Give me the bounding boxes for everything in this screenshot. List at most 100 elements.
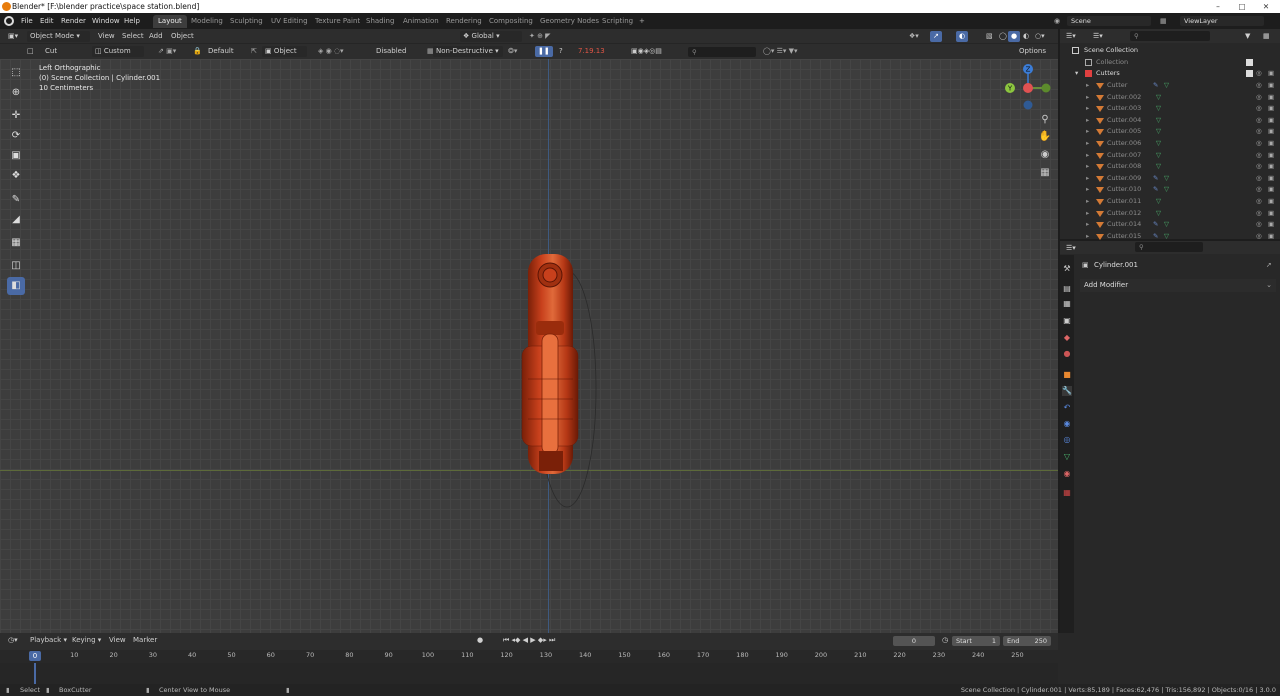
outliner-row-cutter[interactable]: ▸ Cutter.002 ▽ ◎ ▣ (1060, 92, 1280, 104)
expand-icon[interactable]: ▸ (1086, 208, 1089, 220)
eye-icon[interactable]: ◎ (1256, 103, 1262, 115)
properties-editor-icon[interactable]: ☰▾ (1063, 243, 1079, 254)
boxcutter-tool-icon[interactable]: ◫ (7, 257, 25, 275)
cylinder-object[interactable] (505, 249, 615, 514)
timeline-track-area[interactable] (0, 663, 1058, 684)
end-frame-field[interactable]: End 250 (1003, 636, 1051, 646)
expand-icon[interactable]: ▸ (1086, 80, 1089, 92)
object-tab-icon[interactable]: ■ (1062, 370, 1072, 380)
outliner-row-cutter[interactable]: ▸ Cutter.004 ▽ ◎ ▣ (1060, 115, 1280, 127)
outliner-editor-icon[interactable]: ☰▾ (1063, 31, 1079, 42)
tab-modeling[interactable]: Modeling (186, 15, 228, 28)
settings-icon[interactable]: ❂▾ (505, 46, 520, 57)
mode-dropdown[interactable]: Object Mode ▾ (27, 31, 90, 42)
menu-add[interactable]: Add (146, 31, 166, 42)
expand-icon[interactable]: ▸ (1086, 219, 1089, 231)
outliner-row-collection[interactable]: Collection (1060, 57, 1280, 69)
menu-render[interactable]: Render (61, 13, 86, 29)
outliner-row-cutter[interactable]: ▸ Cutter.003 ▽ ◎ ▣ (1060, 103, 1280, 115)
clock-icon[interactable]: ◷ (939, 635, 951, 646)
eye-icon[interactable]: ◎ (1256, 184, 1262, 196)
boolean-icons[interactable]: ◈ ◉ ◌▾ (315, 46, 347, 57)
tab-compositing[interactable]: Compositing (484, 15, 538, 28)
eye-icon[interactable]: ◎ (1256, 126, 1262, 138)
tab-rendering[interactable]: Rendering (441, 15, 487, 28)
camera-icon[interactable]: ▣ (1268, 219, 1274, 231)
rendered-shading-icon[interactable]: ○▾ (1032, 31, 1048, 42)
particles-tab-icon[interactable]: ↶ (1062, 403, 1072, 413)
view-layer-tab-icon[interactable]: ▣ (1062, 316, 1072, 326)
minimize-button[interactable]: – (1206, 0, 1230, 13)
menu-playback[interactable]: Playback ▾ (27, 635, 70, 646)
start-frame-field[interactable]: Start 1 (952, 636, 1000, 646)
maximize-button[interactable]: □ (1230, 0, 1254, 13)
menu-object[interactable]: Object (168, 31, 197, 42)
disabled-label[interactable]: Disabled (373, 46, 409, 57)
outliner-row-cutter[interactable]: ▸ Cutter.010 ✎ ▽ ◎ ▣ (1060, 184, 1280, 196)
tab-scripting[interactable]: Scripting (597, 15, 638, 28)
expand-icon[interactable]: ▸ (1086, 138, 1089, 150)
display-mode-icon[interactable]: ☰▾ (1090, 31, 1106, 42)
scene-tab-icon[interactable]: ◆ (1062, 333, 1072, 343)
playback-controls-icon[interactable]: ⏮ ◂◆ ◀ ▶ ◆▸ ⏭ (500, 635, 558, 646)
camera-icon[interactable]: ▣ (1268, 184, 1274, 196)
menu-marker[interactable]: Marker (130, 635, 160, 646)
constraints-tab-icon[interactable]: ◎ (1062, 435, 1072, 445)
expand-icon[interactable]: ▸ (1086, 196, 1089, 208)
properties-search-input[interactable]: ⚲ (1135, 242, 1203, 252)
zoom-icon[interactable]: ⚲ (1038, 113, 1052, 127)
shape-dropdown[interactable]: ◫ Custom (92, 46, 144, 57)
eye-icon[interactable]: ◎ (1256, 150, 1262, 162)
select-box-tool-icon[interactable]: ⬚ (7, 64, 25, 82)
tab-uv-editing[interactable]: UV Editing (266, 15, 313, 28)
modifier-tab-icon[interactable]: 🔧 (1062, 386, 1072, 396)
camera-icon[interactable]: ▣ (1268, 161, 1274, 173)
menu-view[interactable]: View (95, 31, 118, 42)
outliner-row-scene-collection[interactable]: Scene Collection (1060, 45, 1280, 57)
transform-tool-icon[interactable]: ❖ (7, 167, 25, 185)
overlay-toggle-icon[interactable]: ◐ (956, 31, 969, 42)
expand-icon[interactable]: ▸ (1086, 126, 1089, 138)
viewlayer-selector[interactable]: ViewLayer (1180, 16, 1264, 26)
scene-selector[interactable]: Scene (1067, 16, 1151, 26)
scale-tool-icon[interactable]: ▣ (7, 147, 25, 165)
physics-tab-icon[interactable]: ◉ (1062, 419, 1072, 429)
filter-icon[interactable]: ▼ (1242, 31, 1253, 42)
outliner-row-cutter[interactable]: ▸ Cutter.011 ▽ ◎ ▣ (1060, 196, 1280, 208)
navigation-gizmo[interactable]: Z Y (1004, 63, 1056, 115)
menu-help[interactable]: Help (124, 13, 140, 29)
camera-icon[interactable]: ▣ (1268, 150, 1274, 162)
playhead-line[interactable] (34, 663, 36, 684)
rotate-tool-icon[interactable]: ⟳ (7, 127, 25, 145)
tool-tab-icon[interactable]: ⚒ (1062, 264, 1072, 274)
selection-mode-icons[interactable]: ▣◉◈◎▤ (628, 46, 665, 57)
object-dropdown[interactable]: ▣ Object (262, 46, 307, 57)
material-shading-icon[interactable]: ◐ (1020, 31, 1032, 42)
outliner-search-input[interactable]: ⚲ (1130, 31, 1210, 41)
eye-icon[interactable]: ◎ (1256, 196, 1262, 208)
camera-icon[interactable]: ▣ (1268, 208, 1274, 220)
solid-shading-icon[interactable]: ● (1008, 31, 1021, 42)
expand-icon[interactable]: ▸ (1086, 184, 1089, 196)
eye-icon[interactable]: ◎ (1256, 219, 1262, 231)
texture-tab-icon[interactable]: ▦ (1062, 488, 1072, 498)
output-tab-icon[interactable]: ▦ (1062, 299, 1072, 309)
nondestructive-dropdown[interactable]: Non-Destructive ▾ (433, 46, 503, 57)
checkbox-icon[interactable] (1246, 59, 1253, 66)
tool-search-input[interactable]: ⚲ (688, 47, 756, 57)
xray-icon[interactable]: ▧ (983, 31, 996, 42)
add-cube-tool-icon[interactable]: ▦ (7, 234, 25, 252)
blender-menu-icon[interactable] (4, 16, 14, 26)
render-tab-icon[interactable]: ▤ (1062, 284, 1072, 294)
camera-icon[interactable]: ▣ (1268, 103, 1274, 115)
mode-icons[interactable]: ⇗ ▣▾ (155, 46, 179, 57)
add-modifier-button[interactable]: Add Modifier ⌄ (1080, 279, 1276, 292)
outliner-row-cutter[interactable]: ▸ Cutter.012 ▽ ◎ ▣ (1060, 208, 1280, 220)
camera-icon[interactable]: ▣ (1268, 173, 1274, 185)
eye-icon[interactable]: ◎ (1256, 208, 1262, 220)
tab-shading[interactable]: Shading (361, 15, 399, 28)
outliner-row-cutter[interactable]: ▸ Cutter ✎ ▽ ◎ ▣ (1060, 80, 1280, 92)
eye-icon[interactable]: ◎ (1256, 92, 1262, 104)
tab-layout[interactable]: Layout (153, 15, 187, 28)
pan-hand-icon[interactable]: ✋ (1038, 130, 1052, 144)
